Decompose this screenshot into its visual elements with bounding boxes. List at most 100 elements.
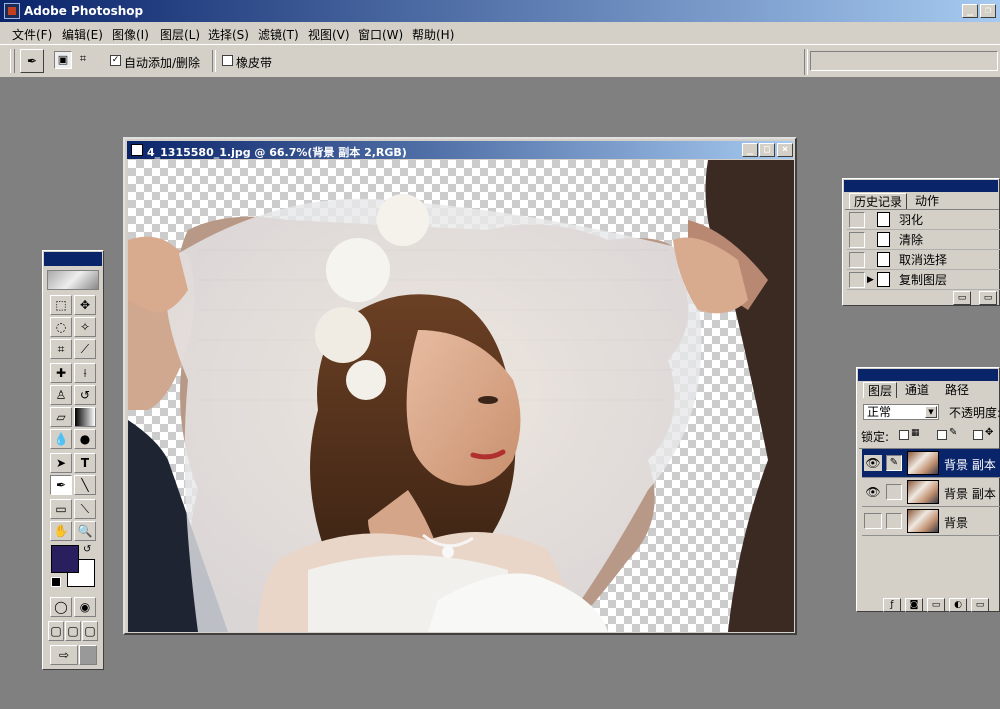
layer-style-icon[interactable]: ƒ <box>883 598 901 612</box>
menu-image[interactable]: 图像(I) <box>112 26 149 43</box>
new-set-icon[interactable]: ▭ <box>927 598 945 612</box>
restore-button[interactable]: ❐ <box>980 4 996 18</box>
history-list: 羽化 清除 取消选择 ▶ 复制图层 <box>845 209 1000 290</box>
eyedropper-icon[interactable]: ⟍ <box>74 499 96 519</box>
screen-mode-standard-icon[interactable]: ▢ <box>48 621 64 641</box>
standard-mode-icon[interactable]: ◯ <box>50 597 72 617</box>
lock-position-checkbox[interactable] <box>973 430 983 440</box>
history-item[interactable]: 清除 <box>847 230 1000 250</box>
layer-mask-icon[interactable]: ◙ <box>905 598 923 612</box>
auto-add-delete-label: 自动添加/删除 <box>124 56 201 70</box>
menu-layer[interactable]: 图层(L) <box>160 26 200 43</box>
image-canvas[interactable] <box>128 160 794 632</box>
history-brush-icon[interactable]: ↺ <box>74 385 96 405</box>
document-window[interactable]: 4_1315580_1.jpg @ 66.7%(背景 副本 2,RGB) _ □… <box>123 137 797 635</box>
adjustment-layer-icon[interactable]: ◐ <box>949 598 967 612</box>
eye-icon[interactable]: 👁 <box>864 484 882 500</box>
tab-channels[interactable]: 通道 <box>901 382 933 398</box>
layers-panel-title-bar[interactable] <box>858 369 998 381</box>
options-grip[interactable] <box>10 49 15 73</box>
menu-select[interactable]: 选择(S) <box>208 26 249 43</box>
jump-to-imageready-icon[interactable]: ⇨ <box>50 645 78 665</box>
layer-link-cell[interactable] <box>886 513 902 529</box>
chevron-down-icon[interactable]: ▼ <box>925 406 937 418</box>
hand-icon[interactable]: ✋ <box>50 521 72 541</box>
notes-icon[interactable]: ▭ <box>50 499 72 519</box>
history-snapshot-source[interactable] <box>849 252 865 268</box>
lock-transparency-checkbox[interactable] <box>899 430 909 440</box>
history-item-label: 复制图层 <box>899 273 948 287</box>
history-snapshot-source[interactable] <box>849 212 865 228</box>
menu-filter[interactable]: 滤镜(T) <box>258 26 299 43</box>
menu-view[interactable]: 视图(V) <box>308 26 350 43</box>
menu-help[interactable]: 帮助(H) <box>412 26 454 43</box>
pen-tool-preset-icon[interactable]: ✒ <box>20 49 44 73</box>
history-item[interactable]: ▶ 复制图层 <box>847 270 1000 290</box>
menu-window[interactable]: 窗口(W) <box>358 26 403 43</box>
doc-close-button[interactable]: × <box>777 143 793 157</box>
history-panel-title-bar[interactable] <box>844 180 998 192</box>
eye-icon[interactable]: 👁 <box>864 455 882 471</box>
new-document-icon[interactable]: ▭ <box>979 291 997 305</box>
crop-icon[interactable]: ⌗ <box>50 339 72 359</box>
tab-history[interactable]: 历史记录 <box>849 193 908 209</box>
new-layer-icon[interactable]: ▭ <box>971 598 989 612</box>
swap-colors-icon[interactable]: ↺ <box>83 544 91 555</box>
screen-mode-full-icon[interactable]: ▢ <box>82 621 98 641</box>
lock-label: 锁定: <box>861 430 890 444</box>
type-icon[interactable]: T <box>74 453 96 473</box>
menu-edit[interactable]: 编辑(E) <box>62 26 103 43</box>
layer-row[interactable]: 背景 <box>862 507 1000 536</box>
eraser-icon[interactable]: ▱ <box>50 407 72 427</box>
brush-icon[interactable]: ⟊ <box>74 363 96 383</box>
history-item[interactable]: 取消选择 <box>847 250 1000 270</box>
history-snapshot-source[interactable] <box>849 232 865 248</box>
zoom-icon[interactable]: 🔍 <box>74 521 96 541</box>
imageready-icon[interactable] <box>79 645 97 665</box>
move-icon[interactable]: ✥ <box>74 295 96 315</box>
foreground-color-swatch[interactable] <box>51 545 79 573</box>
quick-mask-icon[interactable]: ◉ <box>74 597 96 617</box>
new-snapshot-icon[interactable]: ▭ <box>953 291 971 305</box>
minimize-button[interactable]: _ <box>962 4 978 18</box>
toolbox-title-bar[interactable] <box>44 252 102 266</box>
healing-brush-icon[interactable]: ✚ <box>50 363 72 383</box>
auto-add-delete-checkbox[interactable]: ✓ <box>110 55 121 66</box>
gradient-icon[interactable] <box>74 407 96 427</box>
shape-layers-icon[interactable]: ▣ <box>54 51 72 69</box>
document-title-bar[interactable]: 4_1315580_1.jpg @ 66.7%(背景 副本 2,RGB) _ □… <box>127 141 793 159</box>
default-colors-icon[interactable] <box>51 577 61 587</box>
tab-layers[interactable]: 图层 <box>863 382 898 398</box>
history-step-icon <box>877 252 890 267</box>
history-state-slider-icon[interactable]: ▶ <box>867 275 874 285</box>
doc-maximize-button[interactable]: □ <box>759 143 775 157</box>
palette-well[interactable] <box>810 51 998 71</box>
tab-paths[interactable]: 路径 <box>941 382 973 398</box>
screen-mode-full-menu-icon[interactable]: ▢ <box>65 621 81 641</box>
blur-icon[interactable]: 💧 <box>50 429 72 449</box>
clone-stamp-icon[interactable]: ♙ <box>50 385 72 405</box>
line-icon[interactable]: ╲ <box>74 475 96 495</box>
lasso-icon[interactable]: ◌ <box>50 317 72 337</box>
menu-file[interactable]: 文件(F) <box>12 26 52 43</box>
layer-row[interactable]: 👁 ✎ 背景 副本 <box>862 449 1000 478</box>
doc-minimize-button[interactable]: _ <box>742 143 758 157</box>
lock-image-checkbox[interactable] <box>937 430 947 440</box>
tab-actions[interactable]: 动作 <box>911 193 943 209</box>
marquee-icon[interactable]: ⬚ <box>50 295 72 315</box>
history-item[interactable]: 羽化 <box>847 210 1000 230</box>
visibility-toggle[interactable] <box>864 513 882 529</box>
history-snapshot-source[interactable] <box>849 272 865 288</box>
magic-wand-icon[interactable]: ✧ <box>74 317 96 337</box>
layer-link-cell[interactable] <box>886 484 902 500</box>
layer-row[interactable]: 👁 背景 副本 <box>862 478 1000 507</box>
rubber-band-checkbox[interactable] <box>222 55 233 66</box>
blend-mode-select[interactable]: 正常 ▼ <box>863 404 939 420</box>
paintbrush-icon[interactable]: ✎ <box>886 455 902 471</box>
path-select-icon[interactable]: ➤ <box>50 453 72 473</box>
adobe-online-icon[interactable] <box>47 270 99 290</box>
slice-icon[interactable]: ⟋ <box>74 339 96 359</box>
paths-mode-icon[interactable]: ⌗ <box>74 51 92 69</box>
dodge-icon[interactable]: ● <box>74 429 96 449</box>
pen-icon[interactable]: ✒ <box>50 475 72 495</box>
